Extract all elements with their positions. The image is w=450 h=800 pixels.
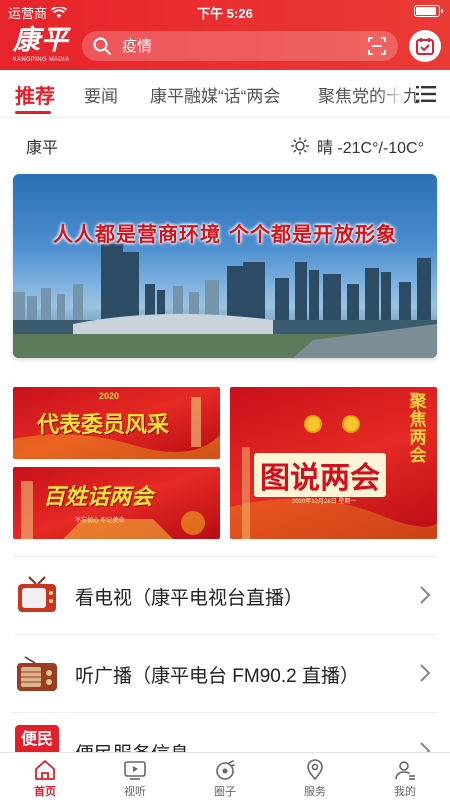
chevron-right-icon: [420, 586, 431, 604]
status-bar: 运营商 下午 5:26: [0, 0, 450, 22]
app-header: 运营商 下午 5:26 康平 KANGPING MADIA: [0, 0, 450, 70]
battery-icon: [414, 5, 443, 17]
calendar-icon: [416, 38, 434, 55]
circle-icon: [216, 760, 235, 780]
service-badge: 便民: [20, 731, 53, 748]
weather-text: 晴 -21C°/-10C°: [316, 140, 424, 157]
sun-icon: [291, 137, 309, 155]
nav-profile[interactable]: 我的: [360, 753, 450, 800]
nav-label: 我的: [394, 786, 416, 798]
tv-icon: [18, 576, 56, 612]
list-item-radio[interactable]: 听广播（康平电台 FM90.2 直播）: [13, 634, 437, 712]
logo-subtitle: KANGPING MADIA: [12, 57, 70, 63]
tv-play-icon: [124, 761, 146, 780]
nav-label: 视听: [124, 786, 146, 798]
tile-citizens-talk[interactable]: 百姓话两会 不忘初心 牢记使命: [13, 467, 220, 539]
weather-condition: 晴 -21C°/-10C°: [291, 134, 424, 158]
scan-icon[interactable]: [368, 37, 386, 55]
profile-icon: [395, 761, 415, 780]
nav-service[interactable]: 服务: [270, 753, 360, 800]
location-icon: [307, 759, 323, 781]
tile-picture-sessions[interactable]: 图说两会 聚焦两会 2020年12月28日 星期一: [230, 387, 437, 539]
tile-title: 代表委员风采: [37, 412, 170, 438]
nav-circle[interactable]: 圈子: [180, 753, 270, 800]
calendar-button[interactable]: [409, 30, 441, 62]
tile-date: 2020年12月28日 星期一: [292, 499, 357, 505]
tabs-fade: [380, 72, 404, 116]
national-emblem-icon: [304, 415, 322, 433]
home-icon: [35, 760, 55, 780]
list-item-label: 听广播（康平电台 FM90.2 直播）: [75, 666, 359, 687]
chevron-right-icon: [420, 664, 431, 682]
nav-home[interactable]: 首页: [0, 753, 90, 800]
list-item-tv[interactable]: 看电视（康平电视台直播）: [13, 556, 437, 634]
tile-title: 图说两会: [254, 453, 386, 497]
tab-recommend[interactable]: 推荐: [15, 80, 55, 109]
menu-icon[interactable]: [416, 85, 436, 103]
search-bar[interactable]: [82, 31, 398, 61]
tile-caption: 不忘初心 牢记使命: [75, 518, 125, 524]
hero-banner[interactable]: 人人都是营商环境 个个都是开放形象: [13, 174, 437, 358]
nav-label: 首页: [34, 786, 56, 798]
weather-bar: 康平 晴 -21C°/-10C°: [0, 124, 450, 164]
category-tabs: 推荐 要闻 康平融媒“话“两会 聚焦党的十九: [0, 72, 450, 118]
bottom-nav: 首页 视听 圈子 服务 我的: [0, 752, 450, 800]
logo-mark: 康平: [13, 25, 69, 56]
list-item-label: 看电视（康平电视台直播）: [75, 588, 304, 609]
nav-label: 圈子: [214, 786, 236, 798]
weather-city[interactable]: 康平: [26, 134, 58, 158]
radio-icon: [17, 656, 57, 691]
tab-party-congress[interactable]: 聚焦党的十九: [318, 82, 420, 107]
status-time: 下午 5:26: [197, 6, 253, 21]
tile-representatives[interactable]: 2020 代表委员风采: [13, 387, 220, 459]
tab-news[interactable]: 要闻: [84, 82, 118, 107]
nav-media[interactable]: 视听: [90, 753, 180, 800]
tile-year: 2020: [99, 391, 120, 401]
tab-two-sessions[interactable]: 康平融媒“话“两会: [150, 82, 280, 107]
tile-title: 百姓话两会: [43, 484, 154, 510]
search-input[interactable]: [122, 31, 352, 61]
cppcc-emblem-icon: [342, 415, 360, 433]
tile-vertical-text: 聚焦两会: [409, 392, 427, 466]
nav-label: 服务: [304, 786, 326, 798]
search-icon: [93, 37, 111, 55]
city-skyline-image: [13, 244, 437, 358]
tab-underline: [15, 111, 51, 114]
hero-slogan: 人人都是营商环境 个个都是开放形象: [53, 222, 397, 246]
app-logo[interactable]: 康平 KANGPING MADIA: [12, 26, 70, 66]
